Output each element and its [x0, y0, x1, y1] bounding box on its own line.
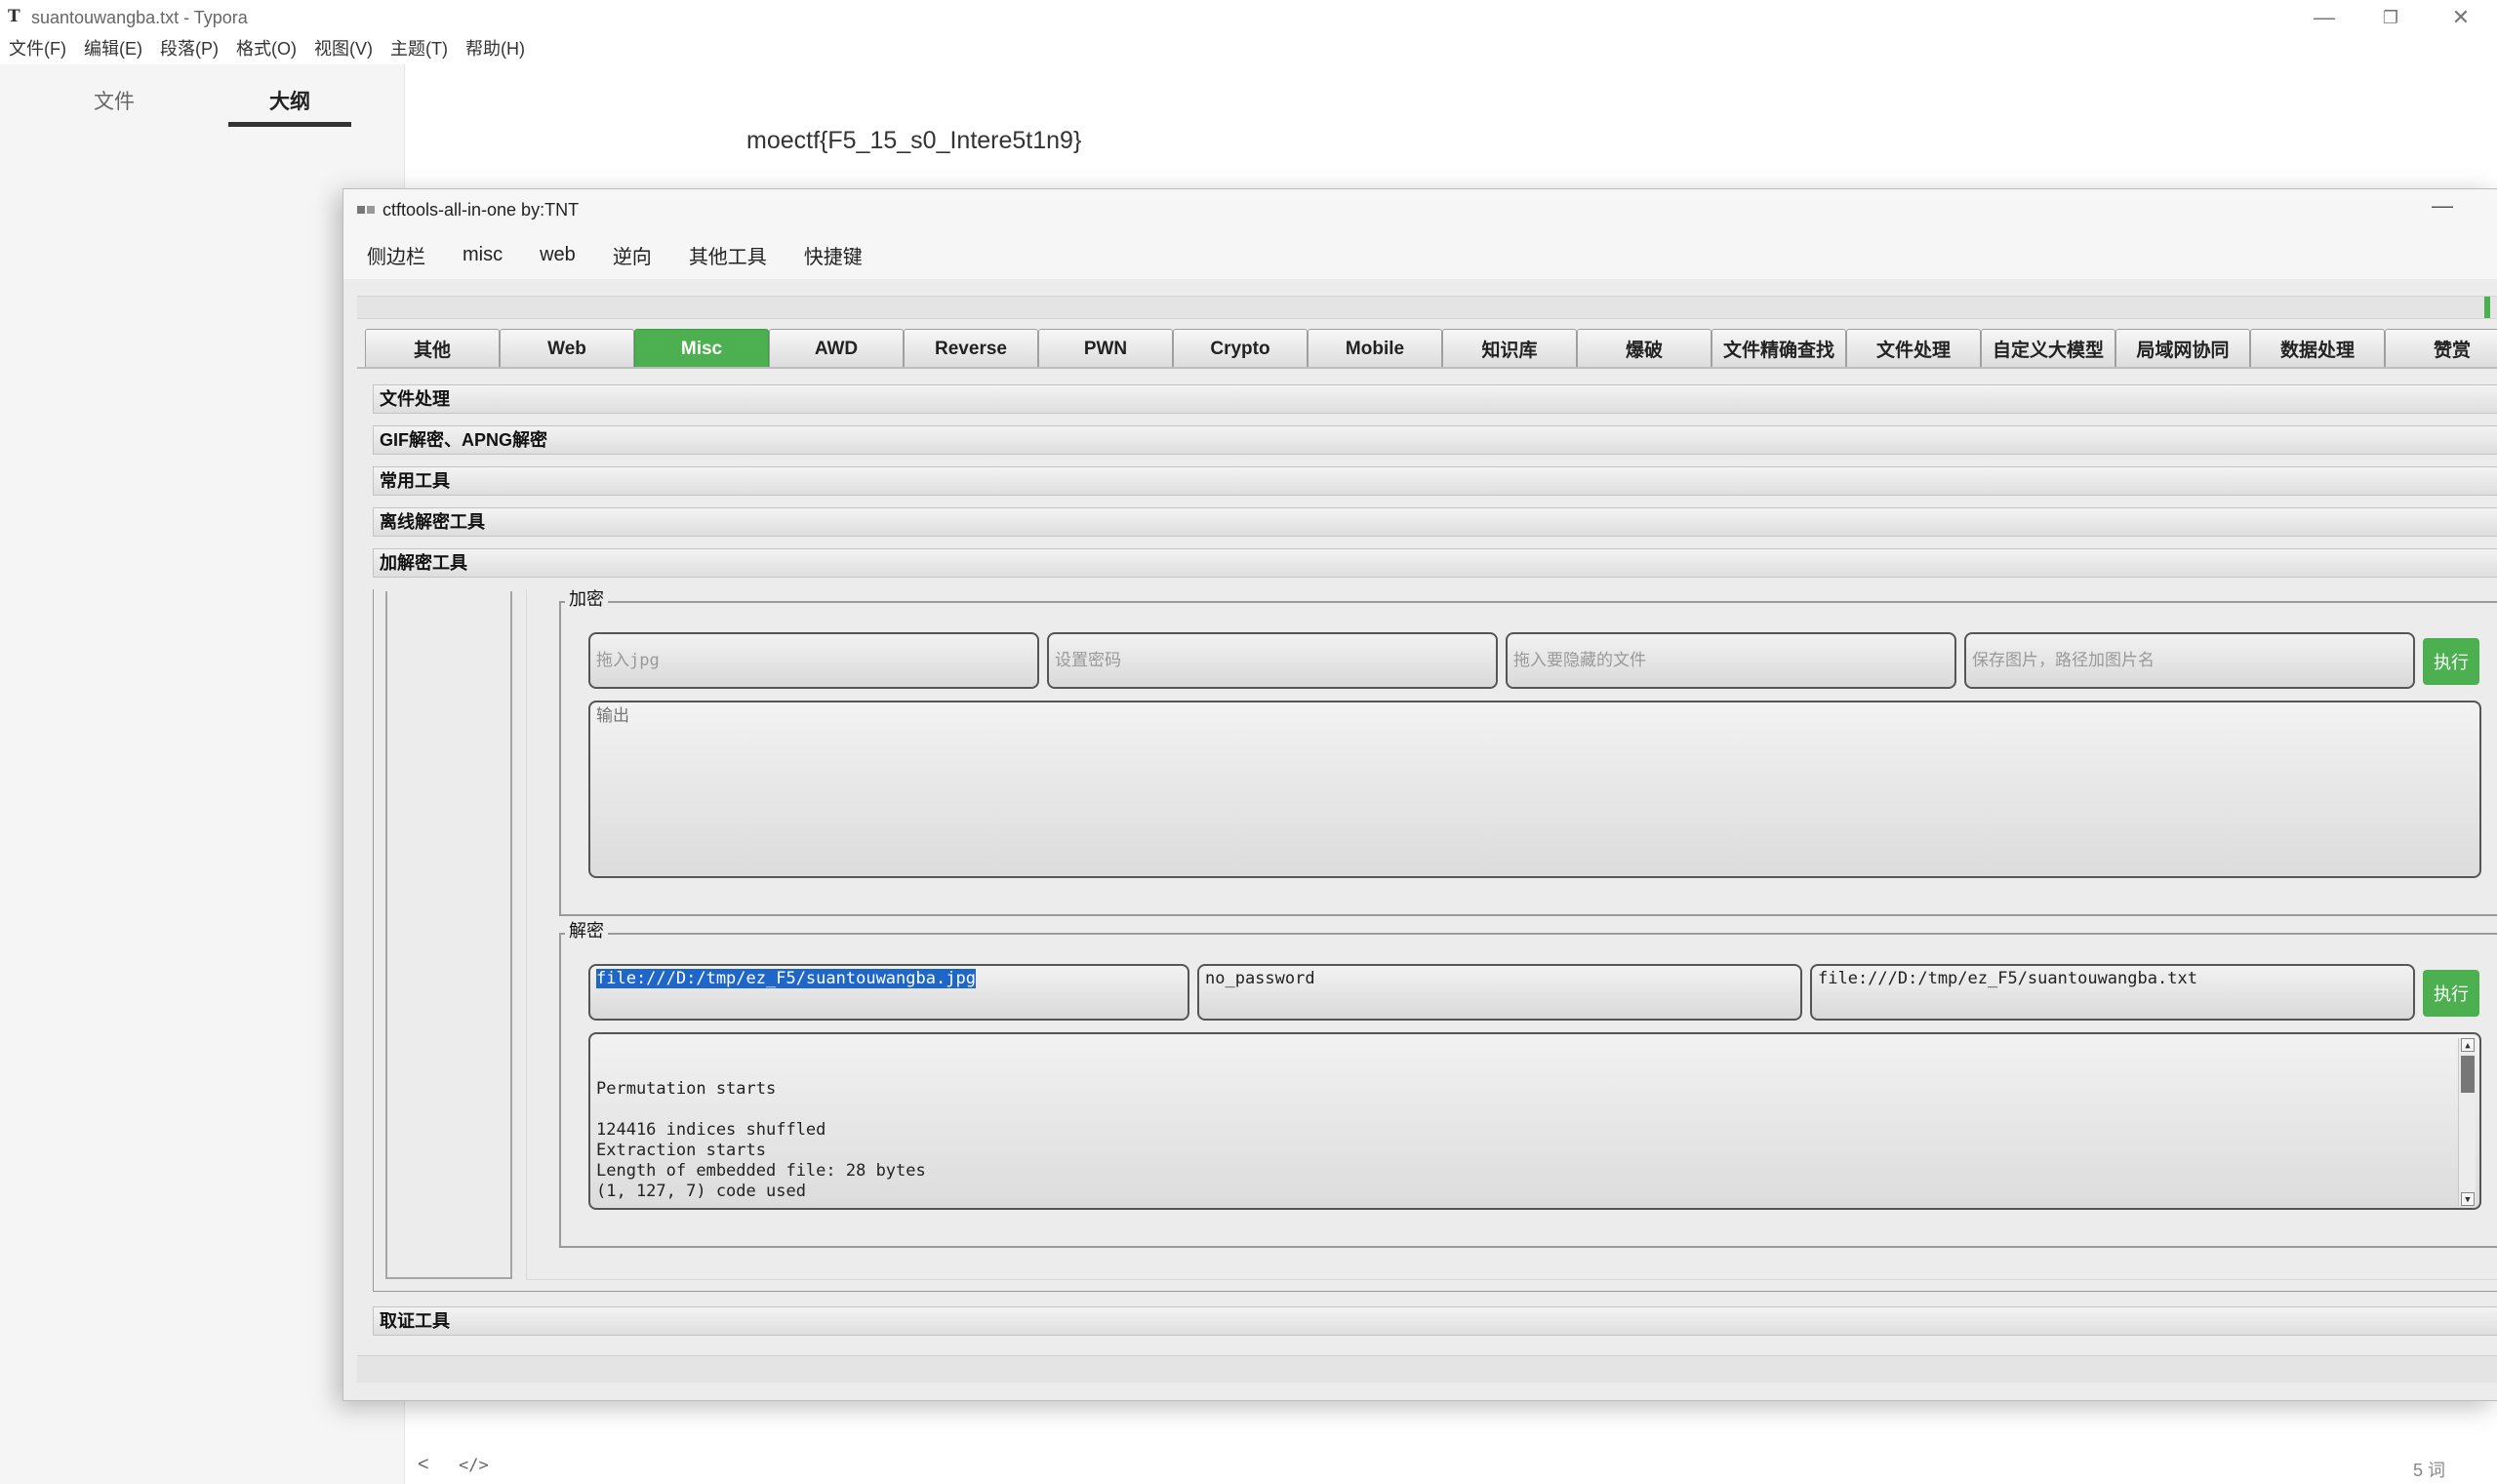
tab-data-processing[interactable]: 数据处理: [2250, 329, 2385, 368]
minimize-icon[interactable]: —: [2432, 193, 2453, 219]
tab-web[interactable]: Web: [500, 329, 634, 368]
menu-misc[interactable]: misc: [463, 244, 503, 266]
section-gif-apng[interactable]: GIF解密、APNG解密: [373, 425, 2497, 455]
jpg-input[interactable]: [588, 632, 1039, 689]
decrypt-group: 解密 file:///D:/tmp/ez_F5/suantouwangba.jp…: [559, 917, 2497, 1248]
tab-custom-llm[interactable]: 自定义大模型: [1981, 329, 2115, 368]
toolbar-indicator: [2484, 297, 2490, 318]
decrypt-execute-button[interactable]: 执行: [2423, 970, 2479, 1017]
section-crypto-tools[interactable]: 加解密工具: [373, 548, 2497, 578]
tab-pwn[interactable]: PWN: [1038, 329, 1173, 368]
tab-files[interactable]: 文件: [94, 86, 135, 115]
tab-crypto[interactable]: Crypto: [1173, 329, 1308, 368]
tab-other[interactable]: 其他: [365, 329, 500, 368]
decrypt-title: 解密: [565, 917, 608, 943]
toolbar-strip: [357, 296, 2497, 319]
menu-paragraph[interactable]: 段落(P): [151, 35, 227, 64]
tab-awd[interactable]: AWD: [769, 329, 904, 368]
output-scrollbar[interactable]: ▲ ▼: [2458, 1038, 2476, 1206]
decrypt-output[interactable]: Permutation starts 124416 indices shuffl…: [588, 1032, 2481, 1210]
menu-other-tools[interactable]: 其他工具: [689, 241, 767, 269]
encrypt-title: 加密: [565, 585, 608, 611]
close-icon[interactable]: ✕: [2432, 2, 2490, 33]
section-file-processing[interactable]: 文件处理: [373, 384, 2497, 414]
tab-bruteforce[interactable]: 爆破: [1577, 329, 1712, 368]
word-count[interactable]: 5 词: [2413, 1457, 2445, 1482]
save-path-input[interactable]: [1964, 632, 2415, 689]
section-offline-decrypt[interactable]: 离线解密工具: [373, 507, 2497, 537]
decrypt-output-text: Permutation starts 124416 indices shuffl…: [596, 1079, 926, 1201]
menu-format[interactable]: 格式(O): [227, 35, 305, 64]
section-forensics[interactable]: 取证工具: [373, 1306, 2497, 1336]
encrypt-output[interactable]: [588, 701, 2481, 878]
tab-divider: [357, 367, 2497, 369]
ctftools-menubar: 侧边栏 misc web 逆向 其他工具 快捷键: [343, 230, 2497, 279]
selected-text: file:///D:/tmp/ez_F5/suantouwangba.jpg: [596, 969, 976, 988]
decrypt-jpg-input[interactable]: file:///D:/tmp/ez_F5/suantouwangba.jpg: [588, 964, 1189, 1021]
typora-app-icon: T: [8, 7, 20, 26]
crypto-tools-panel: 加密 执行 解密 file:///D:/tmp/ez_F5/suantouwan…: [373, 585, 2497, 1292]
menu-help[interactable]: 帮助(H): [457, 35, 534, 64]
ctftools-title: ctftools-all-in-one by:TNT: [383, 200, 580, 220]
active-tab-indicator: [228, 122, 351, 127]
tab-reverse[interactable]: Reverse: [904, 329, 1038, 368]
typora-titlebar: T suantouwangba.txt - Typora — ❐ ✕: [0, 0, 2497, 35]
ctftools-app-icon: [357, 206, 375, 214]
hidden-file-input[interactable]: [1506, 632, 1956, 689]
menu-shortcuts[interactable]: 快捷键: [804, 241, 863, 269]
menu-file[interactable]: 文件(F): [0, 35, 75, 64]
decrypt-password-input[interactable]: no_password: [1197, 964, 1802, 1021]
source-code-icon[interactable]: </>: [459, 1456, 489, 1475]
typora-menubar: 文件(F) 编辑(E) 段落(P) 格式(O) 视图(V) 主题(T) 帮助(H…: [0, 35, 534, 64]
menu-view[interactable]: 视图(V): [305, 35, 382, 64]
tab-misc[interactable]: Misc: [634, 329, 769, 368]
minimize-icon[interactable]: —: [2295, 2, 2354, 33]
maximize-icon[interactable]: ❐: [2361, 2, 2420, 33]
menu-web[interactable]: web: [540, 244, 576, 266]
menu-reverse[interactable]: 逆向: [613, 241, 652, 269]
scroll-down-icon[interactable]: ▼: [2461, 1192, 2475, 1206]
menu-sidebar[interactable]: 侧边栏: [367, 241, 425, 269]
menu-edit[interactable]: 编辑(E): [75, 35, 151, 64]
inner-sidebar: [385, 591, 512, 1279]
tab-file-processing[interactable]: 文件处理: [1846, 329, 1981, 368]
encrypt-execute-button[interactable]: 执行: [2423, 638, 2479, 685]
back-icon[interactable]: <: [418, 1454, 429, 1476]
menu-theme[interactable]: 主题(T): [382, 35, 457, 64]
main-tabs: 其他 Web Misc AWD Reverse PWN Crypto Mobil…: [365, 329, 2497, 368]
document-content[interactable]: moectf{F5_15_s0_Intere5t1n9}: [746, 127, 1081, 155]
ctftools-window: ctftools-all-in-one by:TNT — 侧边栏 misc we…: [342, 188, 2497, 1401]
section-common-tools[interactable]: 常用工具: [373, 466, 2497, 496]
ctftools-titlebar: ctftools-all-in-one by:TNT —: [343, 189, 2497, 230]
scroll-thumb[interactable]: [2461, 1056, 2475, 1093]
tab-donate[interactable]: 赞赏: [2385, 329, 2497, 368]
bottom-strip: [357, 1355, 2497, 1383]
tab-knowledge-base[interactable]: 知识库: [1442, 329, 1577, 368]
decrypt-output-path-input[interactable]: file:///D:/tmp/ez_F5/suantouwangba.txt: [1810, 964, 2415, 1021]
tab-file-search[interactable]: 文件精确查找: [1712, 329, 1846, 368]
tab-outline[interactable]: 大纲: [269, 86, 310, 115]
window-title: suantouwangba.txt - Typora: [31, 8, 248, 27]
encrypt-group: 加密 执行: [559, 585, 2497, 916]
tab-lan-collab[interactable]: 局域网协同: [2115, 329, 2250, 368]
password-input[interactable]: [1047, 632, 1498, 689]
scroll-up-icon[interactable]: ▲: [2461, 1038, 2475, 1052]
tab-mobile[interactable]: Mobile: [1308, 329, 1442, 368]
